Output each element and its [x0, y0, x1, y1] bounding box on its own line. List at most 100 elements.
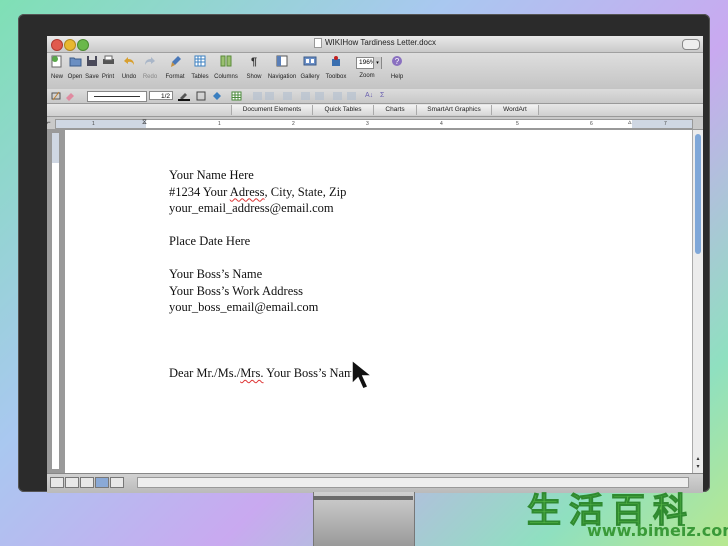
zoom-label: Zoom	[359, 73, 375, 79]
toolbar-toggle-button[interactable]	[682, 39, 700, 50]
tab-smartart-graphics[interactable]: SmartArt Graphics	[416, 105, 492, 115]
toolbox-label: Toolbox	[325, 74, 347, 80]
help-button[interactable]: ? Help	[388, 55, 406, 80]
scroll-arrows[interactable]: ▴ ▾	[694, 455, 702, 471]
new-button[interactable]: New	[50, 55, 64, 80]
zoom-dropdown-button[interactable]: ▾	[373, 57, 381, 69]
gallery-button[interactable]: Gallery	[299, 55, 321, 80]
document-area: Your Name Here #1234 Your Adress, City, …	[47, 130, 703, 473]
salutation-line: Dear Mr./Ms./Mrs. Your Boss’s Name	[169, 365, 359, 382]
tab-wordart[interactable]: WordArt	[491, 105, 539, 115]
horizontal-ruler[interactable]: 1 1 2 3 4 5 6 7 ⧖ ▵	[55, 119, 693, 129]
misspelled-word[interactable]: Mrs.	[240, 366, 263, 380]
vertical-ruler[interactable]	[51, 132, 60, 470]
print-label: Print	[101, 74, 115, 80]
save-label: Save	[85, 74, 99, 80]
gallery-label: Gallery	[300, 74, 320, 80]
ruler-mark: 7	[664, 121, 667, 127]
indent-marker-icon[interactable]: ⧖	[142, 119, 147, 127]
ruler-mark: 1	[92, 121, 95, 127]
letter-body: Your Name Here #1234 Your Adress, City, …	[169, 167, 359, 382]
format-label: Format	[165, 74, 185, 80]
undo-icon	[122, 55, 136, 69]
distribute-columns-icon	[315, 92, 324, 100]
insert-table-icon[interactable]	[231, 91, 243, 101]
svg-text:?: ?	[395, 57, 400, 66]
title-bar: WIKIHow Tardiness Letter.docx	[47, 36, 703, 53]
scroll-down-icon[interactable]: ▾	[696, 464, 699, 470]
print-layout-view-button[interactable]	[95, 477, 109, 488]
formatting-toolbar: 1/2 A↓ Σ	[47, 89, 703, 104]
open-button[interactable]: Open	[66, 55, 84, 80]
right-indent-marker-icon[interactable]: ▵	[628, 119, 632, 127]
tables-button[interactable]: Tables	[189, 55, 211, 80]
borders-icon[interactable]	[196, 91, 206, 101]
columns-label: Columns	[214, 74, 238, 80]
save-button[interactable]: Save	[84, 55, 100, 80]
toolbox-button[interactable]: Toolbox	[323, 55, 349, 80]
line-style-select[interactable]	[87, 91, 147, 102]
save-disk-icon	[85, 55, 99, 69]
boss-address: Your Boss’s Work Address	[169, 283, 303, 298]
autosum-icon[interactable]: Σ	[380, 91, 390, 101]
align-cells-icon	[283, 92, 292, 100]
boss-email: your_boss_email@email.com	[169, 300, 319, 314]
redo-button[interactable]: Redo	[141, 55, 159, 80]
letter-date: Place Date Here	[169, 234, 251, 248]
navigation-pane-icon	[275, 55, 289, 69]
watermark-logo: 生活百科 www.bimeiz.com	[527, 483, 728, 543]
draft-view-button[interactable]	[50, 477, 64, 488]
scroll-thumb[interactable]	[695, 134, 701, 254]
gallery-icon	[303, 55, 317, 69]
columns-button[interactable]: Columns	[213, 55, 239, 80]
tab-document-elements[interactable]: Document Elements	[231, 105, 313, 115]
tab-stop-selector[interactable]: ⌐	[47, 119, 53, 127]
redo-label: Redo	[142, 74, 158, 80]
sender-address-part: #1234 Your	[169, 184, 230, 199]
outline-view-button[interactable]	[65, 477, 79, 488]
mouse-pointer-icon	[351, 358, 375, 390]
border-color-icon[interactable]	[178, 91, 190, 101]
help-label: Help	[390, 74, 404, 80]
notebook-view-button[interactable]	[110, 477, 124, 488]
vertical-ruler-top-margin	[52, 133, 59, 163]
undo-button[interactable]: Undo	[119, 55, 139, 80]
chevron-down-icon: ▾	[376, 60, 379, 66]
document-page[interactable]: Your Name Here #1234 Your Adress, City, …	[65, 130, 693, 473]
open-label: Open	[67, 74, 83, 80]
help-icon: ?	[390, 55, 404, 69]
monitor-stand-shadow	[313, 496, 413, 500]
ruler-mark: 1	[218, 121, 221, 127]
navigation-button[interactable]: Navigation	[267, 55, 297, 80]
sort-icon[interactable]: A↓	[365, 91, 375, 101]
eraser-icon[interactable]	[65, 91, 75, 101]
new-label: New	[50, 74, 63, 80]
publishing-view-button[interactable]	[80, 477, 94, 488]
salutation-part: Your Boss’s Name	[263, 366, 360, 380]
ruler-mark: 3	[366, 121, 369, 127]
ruler-left-margin	[56, 120, 146, 128]
scroll-up-icon[interactable]: ▴	[696, 456, 699, 462]
word-window: WIKIHow Tardiness Letter.docx New Open S…	[47, 36, 703, 493]
merge-cells-icon	[253, 92, 262, 100]
standard-toolbar: New Open Save Print Undo Redo Format Tab…	[47, 53, 703, 90]
ruler-mark: 6	[590, 121, 593, 127]
misspelled-word[interactable]: Adress	[230, 185, 265, 199]
distribute-rows-icon	[301, 92, 310, 100]
format-button[interactable]: Format	[164, 55, 186, 80]
columns-icon	[219, 55, 233, 69]
tab-charts[interactable]: Charts	[373, 105, 417, 115]
split-cells-icon	[265, 92, 274, 100]
line-weight-select[interactable]: 1/2	[149, 91, 173, 100]
show-button[interactable]: ¶ Show	[244, 55, 264, 80]
draw-table-icon[interactable]	[51, 91, 61, 101]
elements-gallery-bar: Document Elements Quick Tables Charts Sm…	[47, 104, 703, 117]
print-button[interactable]: Print	[100, 55, 116, 80]
ruler-mark: 4	[440, 121, 443, 127]
autofit-icon	[333, 92, 342, 100]
redo-icon	[143, 55, 157, 69]
tables-label: Tables	[191, 74, 209, 80]
vertical-scrollbar[interactable]: ▴ ▾	[692, 130, 703, 473]
tab-quick-tables[interactable]: Quick Tables	[312, 105, 374, 115]
shading-icon[interactable]	[211, 91, 223, 101]
